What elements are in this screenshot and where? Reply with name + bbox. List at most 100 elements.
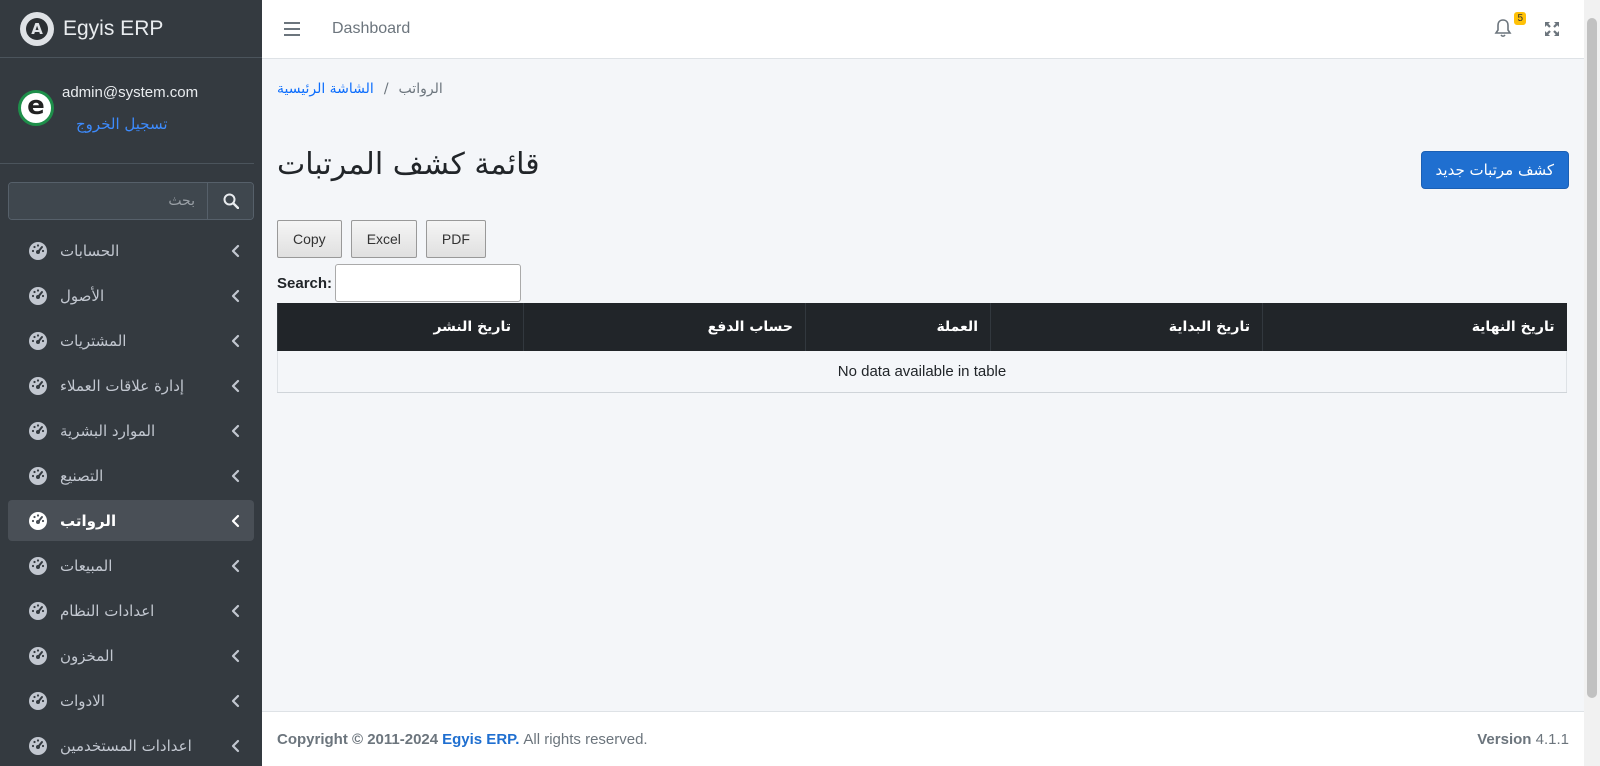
footer-rights: All rights reserved. [523, 730, 648, 748]
search-icon [223, 193, 239, 209]
breadcrumb-current: الرواتب [398, 81, 443, 97]
pdf-button[interactable]: PDF [425, 220, 486, 258]
logout-link[interactable]: تسجيل الخروج [76, 115, 198, 133]
sidebar-item-system-settings[interactable]: اعدادات النظام [8, 590, 254, 631]
sidebar-item-label: الرواتب [60, 511, 117, 530]
sidebar-search-button[interactable] [207, 183, 253, 219]
tachometer-icon [29, 511, 47, 530]
sidebar-item-label: الحسابات [60, 241, 120, 260]
sidebar-search-input[interactable] [9, 183, 207, 219]
tachometer-icon [29, 376, 47, 395]
notifications-button[interactable]: 5 [1494, 12, 1526, 40]
sidebar-item-label: الموارد البشرية [60, 421, 156, 440]
sidebar-item-label: إدارة علاقات العملاء [60, 376, 185, 395]
tachometer-icon [29, 241, 47, 260]
sidebar-item-label: اعدادات النظام [60, 601, 155, 620]
sidebar-item-label: الادوات [60, 691, 105, 710]
chevron-left-icon [231, 514, 240, 527]
user-panel: e admin@system.com تسجيل الخروج [0, 58, 254, 164]
notification-badge: 5 [1514, 12, 1526, 25]
table-row: No data available in table [277, 351, 1567, 393]
fullscreen-button[interactable] [1544, 21, 1560, 37]
sidebar: A Egyis ERP e admin@system.com تسجيل الخ… [0, 0, 262, 766]
sidebar-nav: الحسابات الأصول المشتريات إدارة علاقات العم… [8, 230, 254, 766]
page-scrollbar-thumb[interactable] [1587, 18, 1597, 698]
breadcrumb: الشاشة الرئيسية / الرواتب [277, 81, 443, 97]
column-header-start-date[interactable]: تاريخ البداية [990, 303, 1263, 351]
footer-brand-link[interactable]: Egyis ERP. [442, 731, 519, 748]
chevron-left-icon [231, 694, 240, 707]
chevron-left-icon [231, 334, 240, 347]
column-header-currency[interactable]: العملة [805, 303, 991, 351]
sidebar-item-tools[interactable]: الادوات [8, 680, 254, 721]
sidebar-item-accounts[interactable]: الحسابات [8, 230, 254, 271]
empty-table-message: No data available in table [277, 351, 1567, 393]
footer-version-number: 4.1.1 [1535, 730, 1569, 748]
tachometer-icon [29, 646, 47, 665]
chevron-left-icon [231, 424, 240, 437]
main-content: الشاشة الرئيسية / الرواتب قائمة كشف المر… [262, 59, 1584, 711]
sidebar-item-payroll[interactable]: الرواتب [8, 500, 254, 541]
chevron-left-icon [231, 244, 240, 257]
chevron-left-icon [231, 739, 240, 752]
menu-toggle-icon[interactable] [284, 22, 300, 36]
chevron-left-icon [231, 289, 240, 302]
tachometer-icon [29, 736, 47, 755]
chevron-left-icon [231, 559, 240, 572]
column-header-end-date[interactable]: تاريخ النهاية [1262, 303, 1567, 351]
sidebar-item-purchases[interactable]: المشتريات [8, 320, 254, 361]
copy-button[interactable]: Copy [277, 220, 342, 258]
sidebar-item-sales[interactable]: المبيعات [8, 545, 254, 586]
sidebar-item-crm[interactable]: إدارة علاقات العملاء [8, 365, 254, 406]
tachometer-icon [29, 331, 47, 350]
page-scrollbar[interactable] [1584, 0, 1600, 766]
tachometer-icon [29, 421, 47, 440]
bell-icon [1494, 19, 1512, 38]
dashboard-link[interactable]: Dashboard [332, 20, 410, 38]
sidebar-item-label: المخزون [60, 646, 114, 665]
new-payroll-button[interactable]: كشف مرتبات جديد [1420, 151, 1569, 189]
sidebar-item-manufacturing[interactable]: التصنيع [8, 455, 254, 496]
sidebar-item-inventory[interactable]: المخزون [8, 635, 254, 676]
breadcrumb-home-link[interactable]: الشاشة الرئيسية [277, 81, 374, 97]
payroll-table: تاريخ النشر حساب الدفع العملة تاريخ البد… [277, 303, 1567, 393]
sidebar-item-label: اعدادات المستخدمين [60, 736, 192, 755]
sidebar-item-label: المشتريات [60, 331, 127, 350]
avatar-letter: e [27, 91, 45, 121]
brand-logo-letter: A [26, 17, 48, 40]
sidebar-item-label: التصنيع [60, 466, 104, 485]
brand-logo-icon: A [20, 11, 54, 46]
user-info: admin@system.com تسجيل الخروج [62, 80, 198, 133]
chevron-left-icon [231, 604, 240, 617]
excel-button[interactable]: Excel [350, 220, 417, 258]
top-navbar: Dashboard 5 [262, 0, 1584, 59]
user-email: admin@system.com [62, 84, 199, 101]
tachometer-icon [29, 601, 47, 620]
brand-name: Egyis ERP [63, 16, 164, 40]
sidebar-search [8, 182, 254, 220]
tachometer-icon [29, 286, 47, 305]
page-title: قائمة كشف المرتبات [277, 147, 540, 182]
brand-link[interactable]: A Egyis ERP [0, 0, 262, 58]
tachometer-icon [29, 466, 47, 485]
column-header-payment-account[interactable]: حساب الدفع [523, 303, 806, 351]
table-search-input[interactable] [335, 264, 522, 302]
table-search: Search: [277, 264, 522, 302]
column-header-publish-date[interactable]: تاريخ النشر [277, 303, 524, 351]
footer-version: Version 4.1.1 [1477, 731, 1569, 748]
chevron-left-icon [231, 649, 240, 662]
sidebar-item-hr[interactable]: الموارد البشرية [8, 410, 254, 451]
footer-copyright: Copyright © 2011-2024 [277, 730, 439, 748]
sidebar-item-user-settings[interactable]: اعدادات المستخدمين [8, 725, 254, 766]
expand-icon [1545, 22, 1559, 36]
footer: Copyright © 2011-2024 Egyis ERP. All rig… [262, 711, 1584, 766]
tachometer-icon [29, 556, 47, 575]
sidebar-item-label: الأصول [60, 286, 105, 305]
footer-version-label: Version [1477, 730, 1532, 748]
tachometer-icon [29, 691, 47, 710]
chevron-left-icon [231, 379, 240, 392]
sidebar-item-label: المبيعات [60, 556, 113, 575]
export-buttons: Copy Excel PDF [277, 220, 486, 258]
table-search-label: Search: [277, 274, 333, 292]
sidebar-item-assets[interactable]: الأصول [8, 275, 254, 316]
